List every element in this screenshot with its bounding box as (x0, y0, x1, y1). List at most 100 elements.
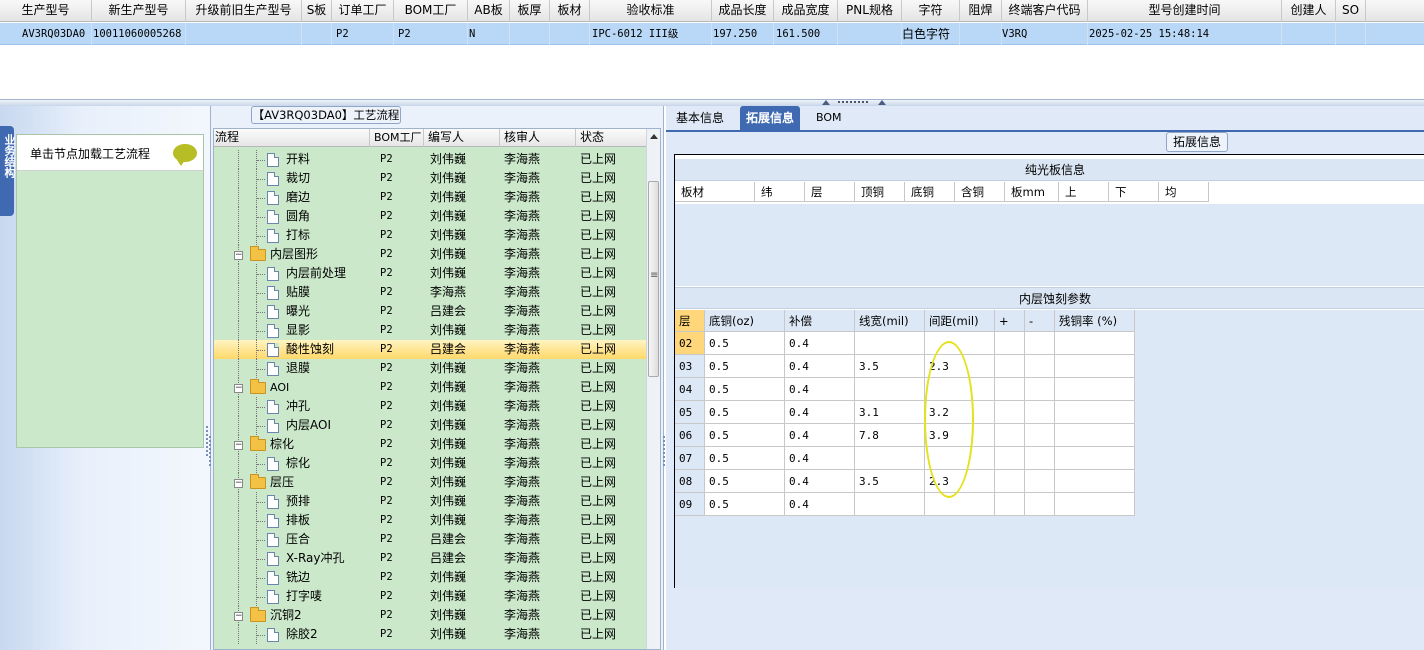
bare-board-column[interactable]: 板mm (1005, 182, 1059, 202)
column-header[interactable]: 板材 (550, 0, 590, 22)
tree-row[interactable]: − 内层图形 P2 刘伟巍 李海燕 已上网 (214, 245, 648, 264)
speech-bubble-icon[interactable] (173, 144, 197, 166)
etch-cell[interactable]: 0.5 (705, 332, 785, 355)
etch-cell[interactable] (1025, 424, 1055, 447)
etch-cell[interactable] (855, 493, 925, 516)
column-header[interactable]: 创建人 (1282, 0, 1336, 22)
column-header[interactable]: 阻焊 (960, 0, 1002, 22)
etch-column-header[interactable]: 残铜率 (%) (1055, 310, 1135, 332)
vertical-tab-business-structure[interactable]: 业务结构 (0, 126, 16, 216)
tree-row[interactable]: 铣边 P2 刘伟巍 李海燕 已上网 (214, 568, 648, 587)
tab-extended-info[interactable]: 拓展信息 (740, 106, 801, 130)
etch-cell[interactable] (1055, 332, 1135, 355)
tree-row[interactable]: − 棕化 P2 刘伟巍 李海燕 已上网 (214, 435, 648, 454)
etch-cell[interactable]: 0.5 (705, 470, 785, 493)
bare-board-column[interactable]: 下 (1109, 182, 1159, 202)
bare-board-column[interactable]: 含铜 (955, 182, 1005, 202)
tree-row[interactable]: 压合 P2 吕建会 李海燕 已上网 (214, 530, 648, 549)
etch-cell[interactable]: 0.4 (785, 470, 855, 493)
horizontal-splitter[interactable] (0, 99, 1424, 106)
etch-cell[interactable] (1055, 493, 1135, 516)
etch-cell[interactable]: 7.8 (855, 424, 925, 447)
column-header[interactable]: 型号创建时间 (1088, 0, 1282, 22)
scroll-thumb[interactable] (648, 181, 659, 377)
bare-board-column[interactable]: 板材 (675, 182, 755, 202)
tree-row[interactable]: 排板 P2 刘伟巍 李海燕 已上网 (214, 511, 648, 530)
etch-column-header[interactable]: + (995, 310, 1025, 332)
etch-cell[interactable] (995, 378, 1025, 401)
etch-cell[interactable] (995, 447, 1025, 470)
col-bom-factory[interactable]: BOM工厂 (370, 129, 424, 147)
collapse-arrow-icon[interactable] (822, 100, 830, 105)
tree-row[interactable]: 贴膜 P2 李海燕 李海燕 已上网 (214, 283, 648, 302)
collapse-toggle-icon[interactable]: − (234, 479, 243, 488)
tree-row[interactable]: − AOI P2 刘伟巍 李海燕 已上网 (214, 378, 648, 397)
etch-cell[interactable]: 3.1 (855, 401, 925, 424)
etch-cell[interactable]: 0.4 (785, 447, 855, 470)
left-splitter-grip[interactable] (209, 436, 212, 466)
collapse-toggle-icon[interactable]: − (234, 612, 243, 621)
vertical-scrollbar[interactable] (646, 129, 660, 649)
etch-cell[interactable] (1055, 401, 1135, 424)
etch-cell[interactable] (1025, 355, 1055, 378)
column-header[interactable]: 字符 (902, 0, 960, 22)
col-flow[interactable]: 流程 (214, 129, 370, 147)
tree-row[interactable]: 内层AOI P2 刘伟巍 李海燕 已上网 (214, 416, 648, 435)
column-header[interactable]: 升级前旧生产型号 (186, 0, 302, 22)
etch-cell[interactable] (1025, 332, 1055, 355)
column-header[interactable]: 生产型号 (0, 0, 92, 22)
bare-board-column[interactable]: 均 (1159, 182, 1209, 202)
bare-board-column[interactable]: 底铜 (905, 182, 955, 202)
etch-cell[interactable] (995, 424, 1025, 447)
etch-cell[interactable] (855, 332, 925, 355)
etch-cell[interactable]: 0.4 (785, 378, 855, 401)
etch-cell[interactable] (855, 378, 925, 401)
etch-cell[interactable] (995, 401, 1025, 424)
tree-row[interactable]: − 沉铜2 P2 刘伟巍 李海燕 已上网 (214, 606, 648, 625)
tree-row[interactable]: − 层压 P2 刘伟巍 李海燕 已上网 (214, 473, 648, 492)
etch-cell[interactable]: 3.5 (855, 470, 925, 493)
etch-cell[interactable] (1055, 378, 1135, 401)
etch-cell[interactable]: 0.5 (705, 493, 785, 516)
tree-row[interactable]: 内层前处理 P2 刘伟巍 李海燕 已上网 (214, 264, 648, 283)
tree-row[interactable]: 酸性蚀刻 P2 吕建会 李海燕 已上网 (214, 340, 648, 359)
scroll-up-icon[interactable] (650, 134, 658, 139)
tree-row[interactable]: 开料 P2 刘伟巍 李海燕 已上网 (214, 150, 648, 169)
etch-column-header[interactable]: 补偿 (785, 310, 855, 332)
etch-column-header[interactable]: 线宽(mil) (855, 310, 925, 332)
etch-cell[interactable]: 0.5 (705, 378, 785, 401)
column-header[interactable]: 板厚 (510, 0, 550, 22)
col-status[interactable]: 状态 (576, 129, 648, 147)
etch-cell[interactable] (995, 470, 1025, 493)
tree-row[interactable]: 裁切 P2 刘伟巍 李海燕 已上网 (214, 169, 648, 188)
tree-row[interactable]: 打字唛 P2 刘伟巍 李海燕 已上网 (214, 587, 648, 606)
etch-column-header[interactable]: 层 (675, 310, 705, 332)
etch-cell[interactable] (1025, 493, 1055, 516)
collapse-toggle-icon[interactable]: − (234, 384, 243, 393)
col-writer[interactable]: 编写人 (424, 129, 500, 147)
tree-row[interactable]: 圆角 P2 刘伟巍 李海燕 已上网 (214, 207, 648, 226)
tree-row[interactable]: 除胶2 P2 刘伟巍 李海燕 已上网 (214, 625, 648, 644)
tree-row[interactable]: X-Ray冲孔 P2 吕建会 李海燕 已上网 (214, 549, 648, 568)
etch-cell[interactable]: 0.5 (705, 401, 785, 424)
tree-row[interactable]: 退膜 P2 刘伟巍 李海燕 已上网 (214, 359, 648, 378)
etch-cell[interactable] (995, 355, 1025, 378)
etch-cell[interactable] (1025, 470, 1055, 493)
tab-basic-info[interactable]: 基本信息 (670, 106, 730, 130)
etch-cell[interactable] (1055, 424, 1135, 447)
etch-cell[interactable] (1055, 355, 1135, 378)
tree-row[interactable]: 打标 P2 刘伟巍 李海燕 已上网 (214, 226, 648, 245)
etch-cell[interactable]: 0.4 (785, 332, 855, 355)
etch-cell[interactable]: 0.4 (785, 493, 855, 516)
etch-cell[interactable] (1055, 470, 1135, 493)
etch-cell[interactable]: 0.4 (785, 401, 855, 424)
collapse-toggle-icon[interactable]: − (234, 251, 243, 260)
column-header[interactable]: SO (1336, 0, 1366, 22)
etch-cell[interactable] (1025, 401, 1055, 424)
etch-cell[interactable] (1025, 378, 1055, 401)
column-header[interactable]: 新生产型号 (92, 0, 186, 22)
etch-column-header[interactable]: 间距(mil) (925, 310, 995, 332)
column-header[interactable]: AB板 (468, 0, 510, 22)
etch-cell[interactable]: 0.5 (705, 424, 785, 447)
etch-cell[interactable] (995, 332, 1025, 355)
